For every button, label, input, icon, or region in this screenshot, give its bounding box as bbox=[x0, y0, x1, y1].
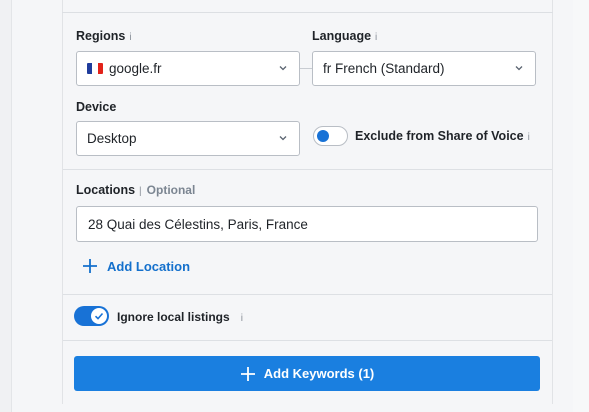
plus-icon bbox=[240, 366, 255, 381]
left-sidebar-edge bbox=[0, 0, 12, 412]
regions-info-icon[interactable]: i bbox=[129, 32, 131, 43]
chevron-down-icon bbox=[279, 136, 287, 141]
language-label: Language i bbox=[312, 29, 377, 43]
local-listings-label-text: Ignore local listings bbox=[117, 310, 230, 324]
local-listings-toggle[interactable] bbox=[74, 306, 109, 326]
language-selected-value: fr French (Standard) bbox=[323, 61, 445, 76]
locations-label-separator: | bbox=[139, 186, 142, 197]
toggle-knob bbox=[317, 130, 329, 142]
local-listings-info-icon[interactable]: i bbox=[241, 313, 243, 324]
share-of-voice-info-icon[interactable]: i bbox=[528, 132, 530, 143]
device-label-text: Device bbox=[76, 100, 117, 114]
right-page-edge bbox=[573, 0, 589, 412]
add-location-label: Add Location bbox=[107, 258, 191, 274]
language-select[interactable]: fr French (Standard) bbox=[312, 51, 536, 86]
location-input[interactable]: 28 Quai des Célestins, Paris, France bbox=[76, 206, 538, 242]
france-flag-icon bbox=[87, 63, 103, 74]
locations-optional-tag: Optional bbox=[146, 183, 196, 197]
regions-label: Regions i bbox=[76, 29, 132, 43]
device-label: Device bbox=[76, 100, 116, 114]
add-location-button[interactable]: Add Location bbox=[82, 258, 190, 274]
section-divider bbox=[63, 169, 552, 170]
language-info-icon[interactable]: i bbox=[375, 32, 377, 43]
language-label-text: Language bbox=[312, 29, 372, 43]
share-of-voice-toggle[interactable] bbox=[313, 126, 348, 146]
regions-label-text: Regions bbox=[76, 29, 126, 43]
panel-top-divider bbox=[62, 12, 553, 13]
device-selected-value: Desktop bbox=[87, 131, 137, 146]
toggle-knob bbox=[91, 308, 107, 324]
regions-selected-value: google.fr bbox=[109, 61, 162, 76]
plus-icon bbox=[83, 259, 97, 273]
section-divider bbox=[63, 294, 552, 295]
chevron-down-icon bbox=[515, 66, 523, 71]
share-of-voice-label: Exclude from Share of Voice i bbox=[355, 129, 530, 143]
locations-label: Locations | Optional bbox=[76, 183, 195, 197]
location-input-value: 28 Quai des Célestins, Paris, France bbox=[88, 216, 308, 232]
add-keywords-button[interactable]: Add Keywords (1) bbox=[74, 356, 540, 391]
add-keywords-label: Add Keywords (1) bbox=[263, 366, 375, 381]
device-select[interactable]: Desktop bbox=[76, 121, 300, 156]
chevron-down-icon bbox=[279, 66, 287, 71]
locations-label-text: Locations bbox=[76, 183, 136, 197]
regions-select[interactable]: google.fr bbox=[76, 51, 300, 86]
check-icon bbox=[94, 312, 104, 320]
regions-language-connector bbox=[300, 68, 312, 69]
local-listings-label: Ignore local listings i bbox=[117, 310, 243, 324]
share-of-voice-label-text: Exclude from Share of Voice bbox=[355, 129, 524, 143]
section-divider bbox=[63, 340, 552, 341]
